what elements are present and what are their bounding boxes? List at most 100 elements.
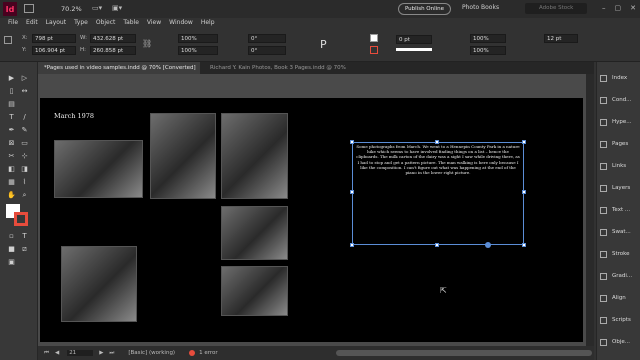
gap-tool-icon[interactable]: ↔: [20, 87, 29, 96]
minimize-icon[interactable]: –: [602, 4, 606, 12]
selection-tool-icon[interactable]: ▶: [7, 74, 16, 83]
panel-stroke[interactable]: Stroke: [597, 244, 640, 264]
close-icon[interactable]: ✕: [630, 4, 636, 12]
frame-text[interactable]: Some photographs from March. We went to …: [353, 143, 523, 175]
handle-top-middle[interactable]: [435, 140, 439, 144]
photo-girl-clipboard[interactable]: [150, 113, 216, 199]
free-transform-tool-icon[interactable]: ⊹: [20, 152, 29, 161]
photo-building[interactable]: [54, 140, 143, 198]
panel-align[interactable]: Align: [597, 288, 640, 308]
page-tool-icon[interactable]: ▯: [7, 87, 16, 96]
menu-edit[interactable]: Edit: [22, 18, 42, 28]
height-field[interactable]: 260.858 pt: [90, 46, 136, 55]
bridge-icon[interactable]: [24, 4, 34, 13]
panel-pages[interactable]: Pages: [597, 134, 640, 154]
tab-kain-photos[interactable]: Richard Y. Kain Photos, Book 3 Pages.ind…: [204, 62, 364, 74]
photo-children-group[interactable]: [221, 266, 288, 316]
menu-help[interactable]: Help: [197, 18, 219, 28]
type-tool-icon[interactable]: T: [7, 113, 16, 122]
tint-field[interactable]: 100%: [470, 46, 506, 55]
opacity-field[interactable]: 100%: [470, 34, 506, 43]
scissors-tool-icon[interactable]: ✂: [7, 152, 16, 161]
pen-tool-icon[interactable]: ✒: [7, 126, 16, 135]
last-page-icon[interactable]: ⏭: [109, 350, 114, 357]
view-options-icon[interactable]: ▭▾: [92, 4, 102, 12]
scale-y-field[interactable]: 100%: [178, 46, 218, 55]
rectangle-frame-tool-icon[interactable]: ⊠: [7, 139, 16, 148]
formatting-text-icon[interactable]: T: [20, 232, 29, 241]
zoom-tool-icon[interactable]: ⌕: [20, 191, 29, 200]
zoom-level[interactable]: 70.2%: [61, 5, 82, 13]
content-collector-icon[interactable]: ▤: [7, 100, 16, 109]
menu-view[interactable]: View: [143, 18, 165, 28]
menu-layout[interactable]: Layout: [42, 18, 70, 28]
first-page-icon[interactable]: ⏮: [44, 350, 49, 357]
stroke-color-swatch[interactable]: [14, 212, 28, 226]
error-count[interactable]: 1 error: [199, 350, 218, 356]
vertical-scrollbar[interactable]: [586, 74, 594, 346]
page-number-field[interactable]: 21: [67, 350, 94, 356]
panel-scripts[interactable]: Scripts: [597, 310, 640, 330]
constrain-proportions-icon[interactable]: ⛓: [142, 39, 152, 48]
tab-pages-used[interactable]: *Pages used in video samples.indd @ 70% …: [38, 62, 200, 74]
fill-swatch-icon[interactable]: [370, 34, 378, 42]
menu-type[interactable]: Type: [70, 18, 92, 28]
horizontal-scrollbar[interactable]: [336, 350, 592, 356]
menu-file[interactable]: File: [4, 18, 22, 28]
font-size-field[interactable]: 12 pt: [544, 34, 578, 43]
panel-swatches[interactable]: Swat...: [597, 222, 640, 242]
next-page-icon[interactable]: ▶: [99, 350, 103, 356]
panel-hyperlinks[interactable]: Hype...: [597, 112, 640, 132]
panel-links[interactable]: Links: [597, 156, 640, 176]
panel-gradient[interactable]: Gradi...: [597, 266, 640, 286]
stroke-weight-field[interactable]: 0 pt: [396, 35, 432, 44]
page-caption[interactable]: March 1978: [54, 112, 94, 120]
x-field[interactable]: 798 pt: [32, 34, 76, 43]
shear-field[interactable]: 0°: [248, 46, 286, 55]
workspace-switcher[interactable]: Photo Books: [462, 4, 499, 11]
scale-x-field[interactable]: 100%: [178, 34, 218, 43]
menu-window[interactable]: Window: [165, 18, 197, 28]
maximize-icon[interactable]: ▢: [615, 4, 622, 12]
eyedropper-tool-icon[interactable]: ⌇: [20, 178, 29, 187]
panel-index[interactable]: Index: [597, 68, 640, 88]
rectangle-tool-icon[interactable]: ▭: [20, 139, 29, 148]
screen-mode-tool-icon[interactable]: ▣: [7, 258, 16, 267]
gradient-feather-tool-icon[interactable]: ◨: [20, 165, 29, 174]
prev-page-icon[interactable]: ◀: [55, 350, 59, 356]
selection-container-icon[interactable]: P: [320, 38, 327, 51]
handle-top-right[interactable]: [522, 140, 526, 144]
panel-text-wrap[interactable]: Text ...: [597, 200, 640, 220]
handle-middle-right[interactable]: [522, 190, 526, 194]
handle-middle-left[interactable]: [350, 190, 354, 194]
apply-color-icon[interactable]: ■: [7, 245, 16, 254]
stroke-swatch-icon[interactable]: [370, 46, 378, 54]
width-field[interactable]: 432.628 pt: [90, 34, 136, 43]
stroke-type-preview[interactable]: [396, 48, 432, 51]
photo-man-walking[interactable]: [61, 246, 137, 322]
handle-top-left[interactable]: [350, 140, 354, 144]
selected-text-frame[interactable]: Some photographs from March. We went to …: [350, 140, 526, 248]
note-tool-icon[interactable]: ▦: [7, 178, 16, 187]
out-port-icon[interactable]: [485, 242, 491, 248]
handle-bottom-middle[interactable]: [435, 243, 439, 247]
pencil-tool-icon[interactable]: ✎: [20, 126, 29, 135]
screen-mode-icon[interactable]: ▣▾: [112, 4, 122, 12]
handle-bottom-left[interactable]: [350, 243, 354, 247]
photo-crouching-child[interactable]: [221, 206, 288, 260]
y-field[interactable]: 106.904 pt: [32, 46, 76, 55]
line-tool-icon[interactable]: /: [20, 113, 29, 122]
rotate-field[interactable]: 0°: [248, 34, 286, 43]
stock-search-input[interactable]: Adobe Stock: [525, 3, 587, 14]
menu-object[interactable]: Object: [92, 18, 120, 28]
direct-selection-tool-icon[interactable]: ▷: [20, 74, 29, 83]
preflight-profile[interactable]: [Basic] (working): [128, 350, 175, 356]
panel-conditional-text[interactable]: Cond...: [597, 90, 640, 110]
panel-object-styles[interactable]: Obje...: [597, 332, 640, 352]
hand-tool-icon[interactable]: ✋: [7, 191, 16, 200]
formatting-container-icon[interactable]: ▫: [7, 232, 16, 241]
gradient-tool-icon[interactable]: ◧: [7, 165, 16, 174]
handle-bottom-right[interactable]: [522, 243, 526, 247]
menu-table[interactable]: Table: [119, 18, 143, 28]
apply-none-icon[interactable]: ⧄: [20, 245, 29, 254]
